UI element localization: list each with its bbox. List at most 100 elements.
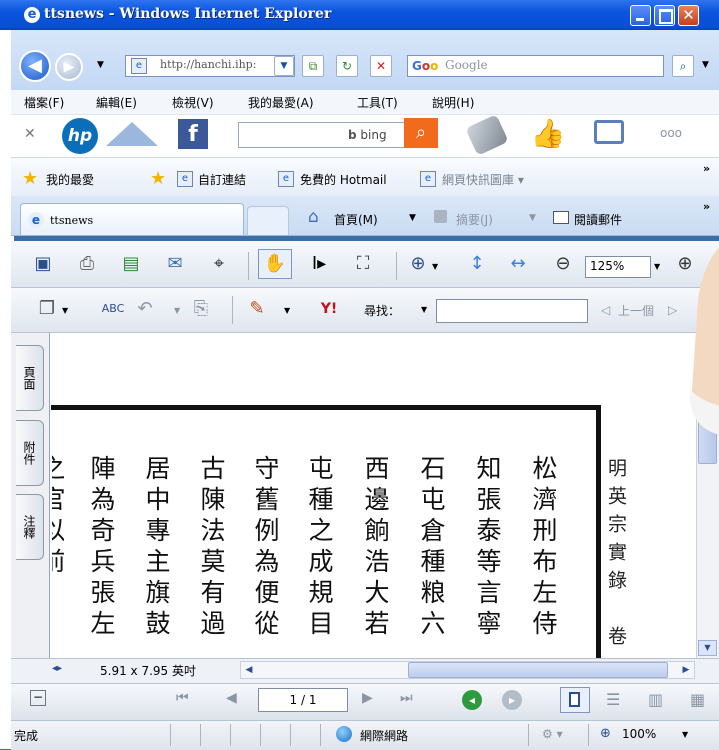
forward-button[interactable]: ▶ [55, 53, 83, 81]
new-tab-button[interactable] [247, 206, 289, 235]
favorite-link-custom[interactable]: 自訂連結 [198, 171, 246, 188]
find-previous-button[interactable]: 上一個 [618, 302, 654, 319]
address-dropdown-button[interactable]: ▼ [274, 56, 294, 76]
prev-page-icon[interactable]: ◀ [226, 690, 237, 706]
menu-favorites[interactable]: 我的最愛(A) [248, 94, 314, 111]
zoom-tool-dropdown-icon[interactable]: ▼ [432, 262, 438, 271]
send-icon[interactable] [106, 122, 158, 146]
horizontal-scroll-thumb[interactable] [408, 662, 668, 678]
menu-help[interactable]: 說明(H) [432, 94, 474, 111]
side-tab-comments[interactable]: 注釋 [16, 494, 44, 560]
last-page-icon[interactable]: ⏭ [400, 690, 413, 706]
read-mail-button[interactable]: 閱讀郵件 [574, 211, 622, 228]
search-button[interactable]: ⌕ [672, 55, 694, 77]
side-tab-pages[interactable]: 頁面 [16, 345, 44, 411]
copy-icon[interactable]: ⎘ [188, 296, 214, 322]
status-zoom-dropdown-icon[interactable]: ▼ [682, 730, 688, 739]
stop-button[interactable]: ✕ [370, 55, 392, 77]
email-icon[interactable]: ✉ [162, 251, 188, 277]
favorites-button[interactable]: 我的最愛 [46, 171, 94, 188]
facing-view-icon[interactable]: ▥ [648, 690, 663, 709]
zoom-icon[interactable]: ⊕ [600, 726, 611, 741]
toolbar-separator [248, 252, 249, 280]
like-icon[interactable]: 👍 [528, 118, 568, 150]
address-text[interactable]: http://hanchi.ihp: [160, 58, 256, 71]
more-options-icon[interactable]: ooo [660, 126, 682, 140]
mail-icon[interactable] [553, 211, 569, 224]
text-column-1: 松濟刑布左侍 [529, 455, 558, 641]
organizer-icon[interactable]: ▤ [118, 251, 144, 277]
back-button[interactable]: ◀ [19, 50, 51, 82]
select-text-icon[interactable]: I▸ [306, 251, 332, 277]
add-favorite-icon[interactable]: ★ [150, 168, 166, 189]
print-icon[interactable]: ⎙ [74, 251, 100, 277]
split-view-icon[interactable]: ◂▸ [52, 663, 62, 674]
tab-chevron-icon[interactable]: » [703, 200, 710, 213]
hand-tool-icon[interactable]: ✋ [258, 249, 292, 279]
hp-logo-icon[interactable]: hp [62, 118, 98, 154]
find-options-icon[interactable]: ▼ [421, 305, 427, 314]
pen-dropdown-icon[interactable]: ▼ [284, 306, 290, 315]
go-back-view-icon[interactable]: ◂ [462, 690, 482, 710]
side-tab-attachments[interactable]: 附件 [16, 420, 44, 486]
zoom-dropdown-icon[interactable]: ▼ [654, 262, 660, 271]
page-number-input[interactable]: 1 / 1 [258, 688, 348, 712]
fit-page-icon[interactable]: ↕ [464, 251, 490, 277]
fit-width-icon[interactable]: ↔ [505, 251, 531, 277]
menu-view[interactable]: 檢視(V) [172, 94, 214, 111]
create-pdf-icon[interactable]: ❐ [34, 296, 60, 322]
snapshot-icon[interactable]: ⛶ [350, 251, 376, 277]
close-button[interactable]: ✕ [678, 5, 699, 26]
undo-dropdown-icon[interactable]: ▼ [174, 306, 180, 315]
maximize-button[interactable] [654, 5, 675, 26]
facebook-icon[interactable]: f [178, 119, 208, 149]
scroll-right-button[interactable]: ▶ [678, 662, 694, 678]
spellcheck-icon[interactable]: ABC [100, 296, 126, 322]
scroll-down-button[interactable]: ▼ [698, 640, 717, 656]
comment-icon[interactable] [594, 120, 624, 144]
favorite-link-hotmail[interactable]: 免費的 Hotmail [300, 171, 387, 188]
page-size-text: 5.91 x 7.95 英吋 [100, 664, 196, 678]
undo-icon[interactable]: ↶ [132, 296, 158, 322]
refresh-button[interactable]: ↻ [336, 55, 358, 77]
pen-comment-icon[interactable]: ✎ [244, 296, 270, 322]
zoom-out-icon[interactable]: ⊖ [550, 251, 576, 277]
minimize-button[interactable] [630, 5, 651, 26]
close-toolbar-icon[interactable]: ✕ [24, 126, 36, 142]
text-column-2: 知張泰等言寧 [473, 455, 502, 641]
search-options-icon[interactable]: ▼ [702, 60, 709, 70]
yahoo-icon[interactable]: Y! [316, 296, 342, 322]
home-dropdown-icon[interactable]: ▼ [409, 213, 416, 223]
menu-tools[interactable]: 工具(T) [357, 94, 398, 111]
menu-file[interactable]: 檔案(F) [24, 94, 64, 111]
find-input[interactable] [436, 299, 588, 323]
next-page-icon[interactable]: ▶ [362, 690, 373, 706]
status-separator-3 [230, 724, 231, 746]
protected-mode-icon[interactable]: ⚙ ▾ [542, 727, 563, 741]
status-zoom-level[interactable]: 100% [622, 727, 656, 741]
find-binoculars-icon[interactable]: ⌖ [206, 251, 232, 277]
collapse-icon[interactable]: − [30, 690, 46, 706]
favorite-link-webslice[interactable]: 網頁快訊圖庫 ▾ [442, 171, 524, 188]
bing-search-button[interactable]: ⌕ [404, 118, 438, 148]
single-page-view-icon[interactable] [560, 687, 590, 713]
first-page-icon[interactable]: ⏮ [176, 690, 189, 706]
feeds-icon[interactable] [434, 210, 447, 223]
menu-edit[interactable]: 編輯(E) [96, 94, 137, 111]
feeds-button[interactable]: 摘要(J) [456, 211, 493, 228]
create-dropdown-icon[interactable]: ▼ [62, 306, 68, 315]
home-button[interactable]: 首頁(M) [334, 211, 378, 228]
continuous-facing-icon[interactable]: ▦ [690, 690, 705, 709]
favorites-star-icon[interactable]: ★ [22, 168, 38, 189]
compatibility-icon[interactable]: ⧉ [302, 55, 324, 77]
scroll-left-button[interactable]: ◀ [241, 662, 257, 678]
go-forward-view-icon[interactable]: ▸ [502, 690, 522, 710]
find-previous-icon[interactable]: ◁ [601, 303, 610, 317]
home-icon[interactable]: ⌂ [308, 207, 319, 227]
feeds-dropdown-icon[interactable]: ▼ [529, 213, 536, 223]
chevron-more-icon[interactable]: » [703, 162, 710, 175]
zoom-in-icon[interactable]: ⊕ [405, 251, 431, 277]
save-icon[interactable]: ▣ [30, 251, 56, 277]
continuous-view-icon[interactable]: ☰ [606, 690, 620, 709]
history-dropdown-icon[interactable]: ▼ [97, 60, 104, 70]
